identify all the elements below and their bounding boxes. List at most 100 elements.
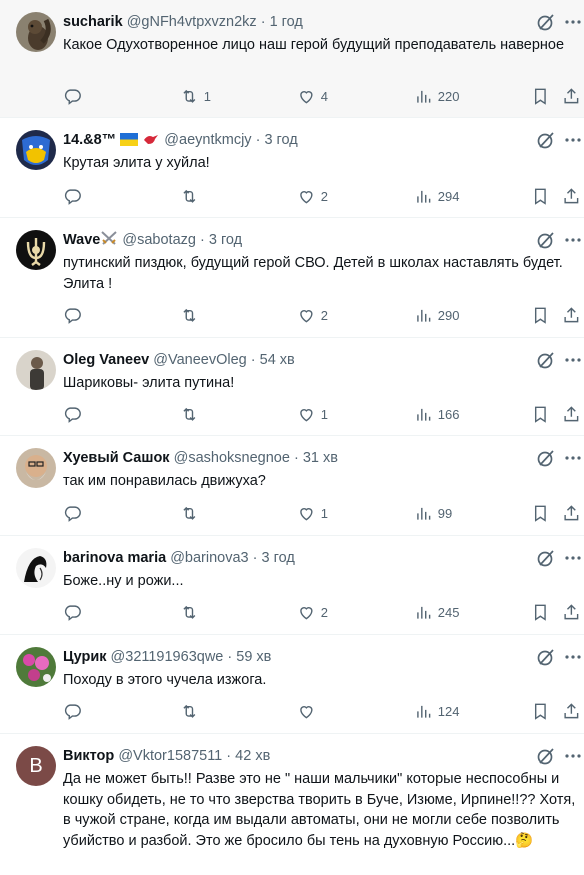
grok-icon[interactable] <box>536 230 556 250</box>
views-button[interactable]: 220 <box>414 86 459 106</box>
reply-item[interactable]: Oleg Vaneev @VaneevOleg · 54 хв Шариковы… <box>0 338 584 436</box>
bookmark-button[interactable] <box>531 404 550 424</box>
author-handle[interactable]: @Vktor1587511 <box>118 748 222 764</box>
share-button[interactable] <box>562 404 581 424</box>
author-handle[interactable]: @aeyntkmcjy <box>164 132 251 148</box>
reply-item[interactable]: Wave @sabotazg · 3 год путинский пиздюк,… <box>0 218 584 338</box>
more-icon[interactable] <box>562 448 584 468</box>
share-button[interactable] <box>562 86 581 106</box>
grok-icon[interactable] <box>536 548 556 568</box>
reply-item[interactable]: В Виктор @Vktor1587511 · 42 хв Да не мож… <box>0 734 584 875</box>
like-button[interactable]: 2 <box>297 305 328 325</box>
more-icon[interactable] <box>562 130 584 150</box>
author-name[interactable]: Oleg Vaneev <box>63 352 149 368</box>
reply-item[interactable]: barinova maria @barinova3 · 3 год Боже..… <box>0 536 584 635</box>
reply-text: Крутая элита у хуйла! <box>63 155 210 171</box>
author-handle[interactable]: @321191963qwe <box>111 649 224 665</box>
reply-button[interactable] <box>63 701 82 721</box>
retweet-button[interactable] <box>180 186 204 206</box>
avatar[interactable] <box>16 548 56 588</box>
more-icon[interactable] <box>562 230 584 250</box>
retweet-button[interactable] <box>180 602 204 622</box>
views-button[interactable]: 166 <box>414 404 459 424</box>
bookmark-button[interactable] <box>531 186 550 206</box>
reply-button[interactable] <box>63 186 82 206</box>
more-icon[interactable] <box>562 12 584 32</box>
share-button[interactable] <box>562 602 581 622</box>
views-button[interactable]: 245 <box>414 602 459 622</box>
retweet-button[interactable] <box>180 404 204 424</box>
author-name[interactable]: barinova maria <box>63 550 166 566</box>
timestamp[interactable]: 31 хв <box>303 450 338 466</box>
reply-button[interactable] <box>63 602 82 622</box>
grok-icon[interactable] <box>536 350 556 370</box>
share-button[interactable] <box>562 701 581 721</box>
timestamp[interactable]: 1 год <box>270 14 303 30</box>
author-name[interactable]: Wave <box>63 232 100 248</box>
grok-icon[interactable] <box>536 647 556 667</box>
grok-icon[interactable] <box>536 746 556 766</box>
author-name[interactable]: sucharik <box>63 14 123 30</box>
bookmark-button[interactable] <box>531 602 550 622</box>
reply-item[interactable]: Хуевый Сашок @sashoksnegnoe · 31 хв так … <box>0 436 584 536</box>
timestamp[interactable]: 3 год <box>264 132 297 148</box>
like-button[interactable]: 2 <box>297 186 328 206</box>
views-button[interactable]: 294 <box>414 186 459 206</box>
retweet-button[interactable] <box>180 701 204 721</box>
avatar[interactable] <box>16 230 56 270</box>
author-name[interactable]: Хуевый Сашок <box>63 450 170 466</box>
bookmark-button[interactable] <box>531 305 550 325</box>
retweet-button[interactable]: 1 <box>180 86 211 106</box>
author-name[interactable]: 14.&8™ <box>63 132 116 148</box>
timestamp[interactable]: 59 хв <box>236 649 271 665</box>
reply-button[interactable] <box>63 503 82 523</box>
author-name[interactable]: Виктор <box>63 748 114 764</box>
grok-icon[interactable] <box>536 448 556 468</box>
grok-icon[interactable] <box>536 130 556 150</box>
more-icon[interactable] <box>562 746 584 766</box>
share-button[interactable] <box>562 186 581 206</box>
author-handle[interactable]: @sashoksnegnoe <box>174 450 290 466</box>
share-button[interactable] <box>562 305 581 325</box>
more-icon[interactable] <box>562 350 584 370</box>
avatar[interactable] <box>16 647 56 687</box>
views-button[interactable]: 290 <box>414 305 459 325</box>
like-button[interactable] <box>297 701 321 721</box>
author-handle[interactable]: @gNFh4vtpxvzn2kz <box>127 14 257 30</box>
retweet-button[interactable] <box>180 305 204 325</box>
avatar[interactable] <box>16 350 56 390</box>
reply-item[interactable]: Цурик @321191963qwe · 59 хв Походу в это… <box>0 635 584 734</box>
grok-icon[interactable] <box>536 12 556 32</box>
like-button[interactable]: 1 <box>297 404 328 424</box>
author-handle[interactable]: @VaneevOleg <box>153 352 246 368</box>
avatar[interactable] <box>16 12 56 52</box>
reply-button[interactable] <box>63 404 82 424</box>
author-name[interactable]: Цурик <box>63 649 107 665</box>
views-button[interactable]: 99 <box>414 503 452 523</box>
retweet-button[interactable] <box>180 503 204 523</box>
bookmark-button[interactable] <box>531 503 550 523</box>
timestamp[interactable]: 54 хв <box>260 352 295 368</box>
timestamp[interactable]: 3 год <box>262 550 295 566</box>
more-icon[interactable] <box>562 647 584 667</box>
avatar[interactable]: В <box>16 746 56 786</box>
more-icon[interactable] <box>562 548 584 568</box>
like-button[interactable]: 1 <box>297 503 328 523</box>
like-button[interactable]: 2 <box>297 602 328 622</box>
views-button[interactable]: 124 <box>414 701 459 721</box>
timestamp[interactable]: 3 год <box>209 232 242 248</box>
author-handle[interactable]: @sabotazg <box>122 232 196 248</box>
like-button[interactable]: 4 <box>297 86 328 106</box>
timestamp[interactable]: 42 хв <box>235 748 270 764</box>
reply-button[interactable] <box>63 86 82 106</box>
author-handle[interactable]: @barinova3 <box>170 550 248 566</box>
reply-item[interactable]: sucharik @gNFh4vtpxvzn2kz · 1 год Какое … <box>0 0 584 118</box>
bookmark-button[interactable] <box>531 86 550 106</box>
bookmark-button[interactable] <box>531 701 550 721</box>
avatar[interactable] <box>16 448 56 488</box>
reply-button[interactable] <box>63 305 82 325</box>
share-button[interactable] <box>562 503 581 523</box>
reply-header: Wave @sabotazg · 3 год <box>63 230 242 250</box>
reply-item[interactable]: 14.&8™ @aeyntkmcjy · 3 год Крутая элита … <box>0 118 584 218</box>
avatar[interactable] <box>16 130 56 170</box>
